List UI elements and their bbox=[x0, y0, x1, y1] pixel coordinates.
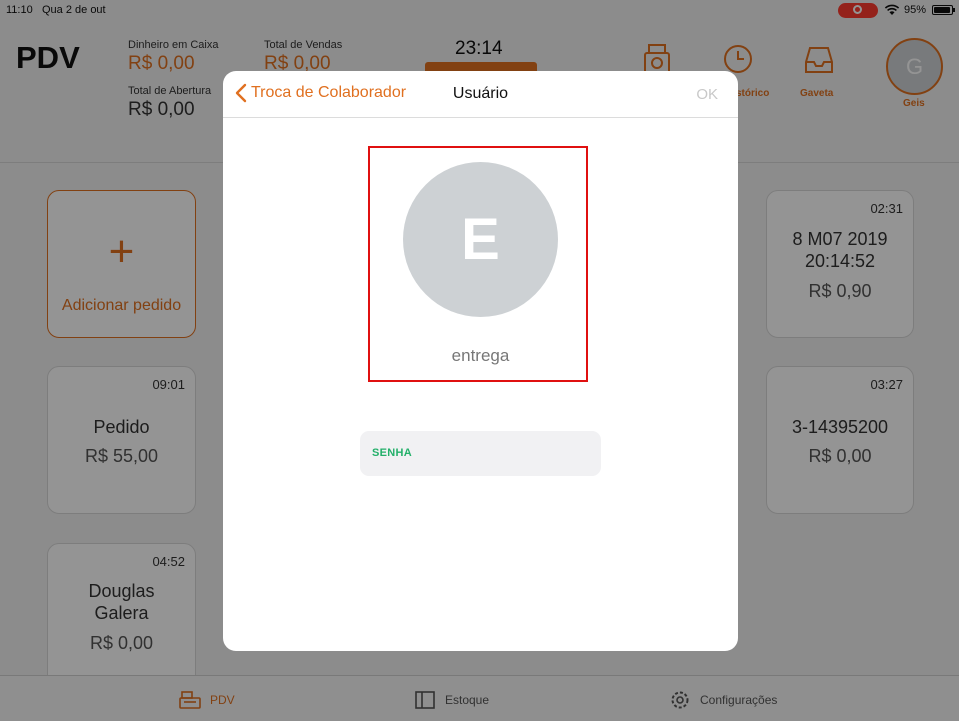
password-label: SENHA bbox=[372, 447, 413, 459]
user-switch-modal: Troca de Colaborador Usuário OK E entreg… bbox=[223, 71, 738, 651]
selected-user-avatar[interactable]: E bbox=[403, 162, 558, 317]
password-input[interactable] bbox=[424, 439, 594, 468]
ok-button[interactable]: OK bbox=[696, 86, 718, 103]
modal-title: Usuário bbox=[452, 85, 509, 102]
password-field[interactable]: SENHA bbox=[360, 431, 601, 476]
modal-nav-bar: Troca de Colaborador Usuário OK bbox=[223, 71, 738, 118]
selected-user-name: entrega bbox=[451, 346, 510, 365]
